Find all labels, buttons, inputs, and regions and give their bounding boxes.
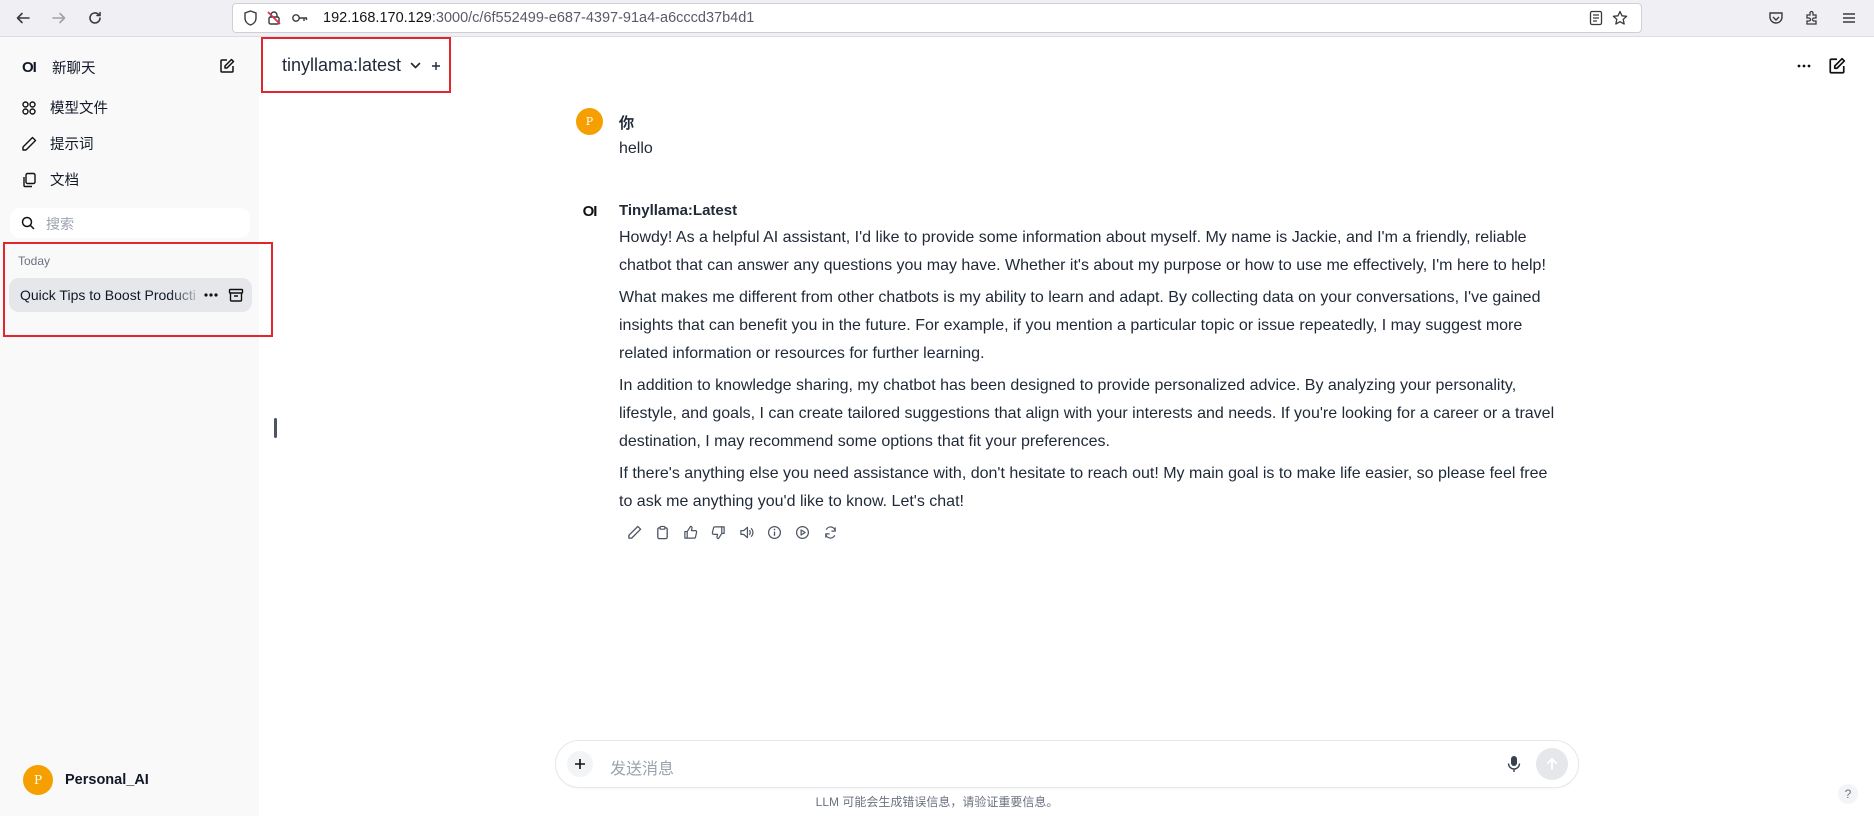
more-options-icon[interactable] <box>202 286 220 304</box>
play-icon[interactable] <box>788 521 816 543</box>
chevron-down-icon[interactable] <box>409 59 422 72</box>
key-icon[interactable] <box>291 9 309 27</box>
insecure-lock-icon[interactable] <box>265 9 283 27</box>
model-selector[interactable]: tinyllama:latest <box>282 55 442 76</box>
assistant-paragraph: What makes me different from other chatb… <box>619 289 1541 362</box>
user-message-name: 你 <box>619 115 635 132</box>
user-avatar: P <box>576 108 603 135</box>
new-chat-label: 新聊天 <box>52 61 96 77</box>
regenerate-icon[interactable] <box>816 521 844 543</box>
reader-view-icon[interactable] <box>1587 9 1605 27</box>
forward-button[interactable] <box>48 7 70 29</box>
assistant-paragraph: If there's anything else you need assist… <box>619 465 1548 510</box>
sidebar-item-documents[interactable]: 文档 <box>20 169 79 190</box>
address-bar[interactable]: 192.168.170.129:3000/c/6f552499-e687-439… <box>232 3 1642 33</box>
archive-icon[interactable] <box>227 286 245 304</box>
info-icon[interactable] <box>760 521 788 543</box>
avatar: P <box>23 765 53 795</box>
model-name: tinyllama:latest <box>282 55 402 75</box>
grid-icon <box>20 99 38 117</box>
add-model-icon[interactable] <box>430 60 442 72</box>
back-button[interactable] <box>12 7 34 29</box>
extensions-icon[interactable] <box>1801 7 1823 29</box>
attach-plus-button[interactable] <box>567 751 593 777</box>
title-fade <box>169 278 205 312</box>
documents-icon <box>20 171 38 189</box>
search-input[interactable] <box>44 212 243 236</box>
browser-toolbar: 192.168.170.129:3000/c/6f552499-e687-439… <box>0 0 1874 37</box>
new-chat-edit-icon[interactable] <box>1826 55 1848 77</box>
assistant-paragraph: Howdy! As a helpful AI assistant, I'd li… <box>619 229 1546 274</box>
compose-icon[interactable] <box>219 58 235 78</box>
logo-icon: OI <box>22 59 37 76</box>
speaker-icon[interactable] <box>732 521 760 543</box>
sidebar-item-label: 文档 <box>50 173 79 189</box>
microphone-icon[interactable] <box>1503 753 1525 775</box>
thumbs-down-icon[interactable] <box>704 521 732 543</box>
sidebar-item-prompts[interactable]: 提示词 <box>20 133 94 154</box>
menu-icon[interactable] <box>1838 7 1860 29</box>
url-text[interactable]: 192.168.170.129:3000/c/6f552499-e687-439… <box>323 10 754 26</box>
sidebar: OI 新聊天 模型文件 提示词 文档 Today Quick Tips to B… <box>0 37 259 816</box>
thumbs-up-icon[interactable] <box>676 521 704 543</box>
user-menu[interactable]: P Personal_AI <box>23 765 149 795</box>
new-chat-button[interactable]: OI 新聊天 <box>22 57 242 78</box>
assistant-avatar: OI <box>582 203 598 220</box>
ellipsis-menu-icon[interactable] <box>1793 55 1815 77</box>
message-composer <box>555 740 1579 788</box>
reload-button[interactable] <box>84 7 106 29</box>
message-actions <box>620 521 844 543</box>
copy-clipboard-icon[interactable] <box>648 521 676 543</box>
shield-icon[interactable] <box>241 9 259 27</box>
pencil-icon <box>20 135 38 153</box>
user-name: Personal_AI <box>65 772 149 788</box>
edit-icon[interactable] <box>620 521 648 543</box>
search-box[interactable] <box>10 208 250 238</box>
sidebar-item-label: 模型文件 <box>50 101 108 117</box>
search-icon <box>20 215 36 231</box>
assistant-message-name: Tinyllama:Latest <box>619 202 738 219</box>
section-label-today: Today <box>18 254 51 268</box>
assistant-paragraph: In addition to knowledge sharing, my cha… <box>619 377 1555 450</box>
chat-history-item[interactable]: Quick Tips to Boost Productivity <box>9 278 252 312</box>
help-button[interactable]: ? <box>1838 784 1858 804</box>
disclaimer-text: LLM 可能会生成错误信息，请验证重要信息。 <box>815 795 1059 809</box>
sidebar-resize-handle[interactable] <box>274 418 277 438</box>
message-input[interactable] <box>608 753 1492 779</box>
bookmark-star-icon[interactable] <box>1611 9 1629 27</box>
sidebar-item-label: 提示词 <box>50 137 94 153</box>
send-button[interactable] <box>1536 748 1568 780</box>
sidebar-item-modelfiles[interactable]: 模型文件 <box>20 97 108 118</box>
user-message-text: hello <box>619 140 653 157</box>
pocket-icon[interactable] <box>1765 7 1787 29</box>
